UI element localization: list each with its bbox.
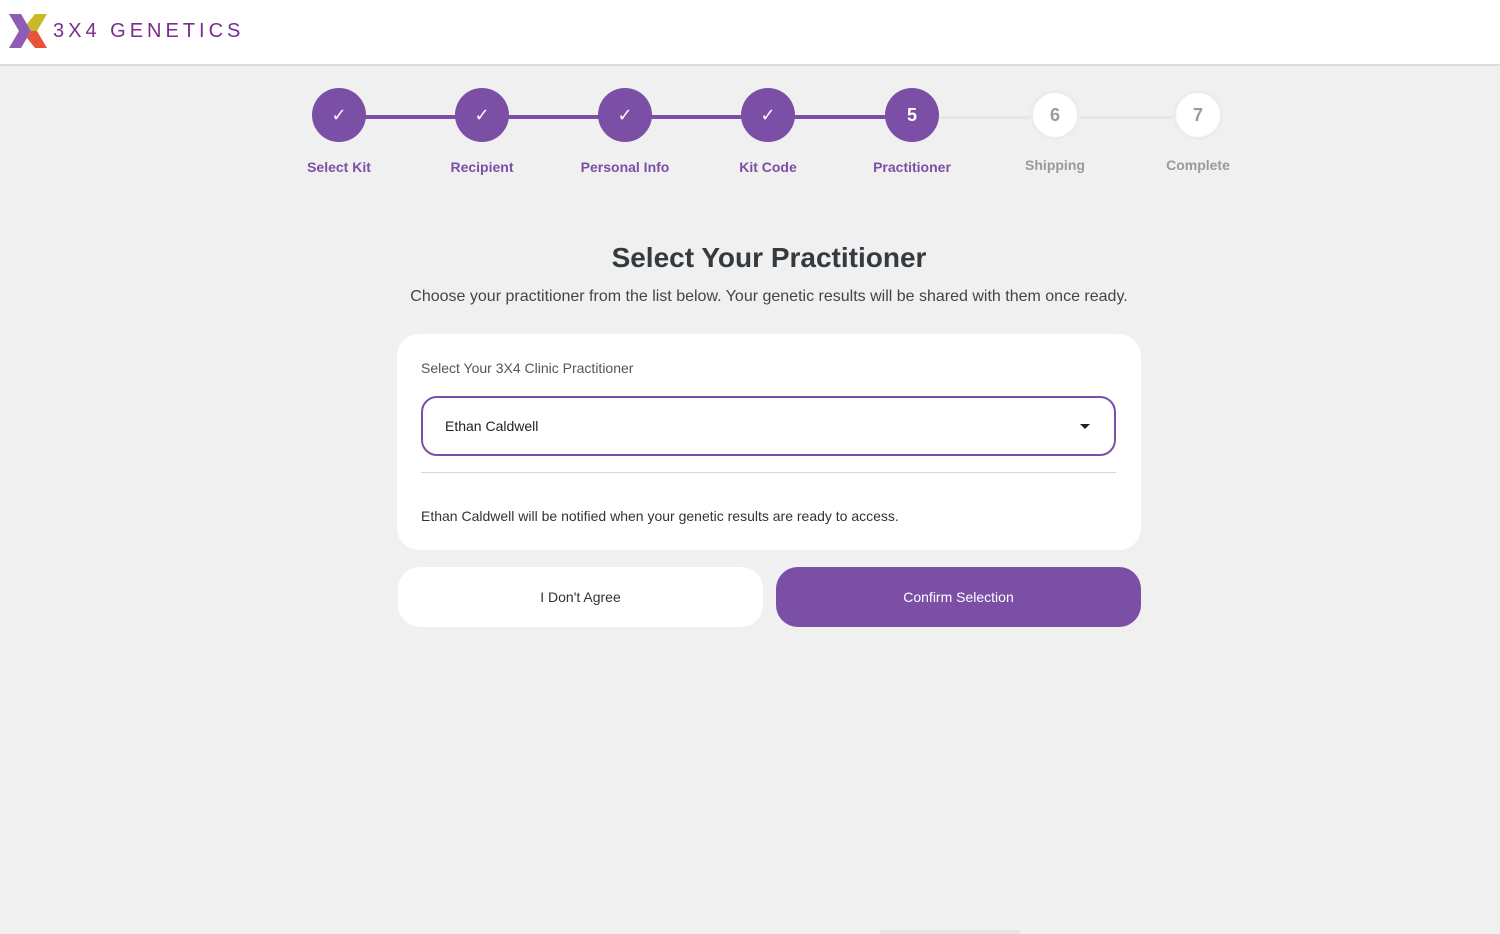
progress-stepper: ✓ Select Kit ✓ Recipient ✓ Personal Info… xyxy=(0,88,1500,188)
practitioner-select[interactable]: Ethan Caldwell xyxy=(421,396,1116,456)
step-shipping: 6 Shipping xyxy=(985,88,1125,173)
practitioner-card: Select Your 3X4 Clinic Practitioner Etha… xyxy=(397,334,1141,550)
scroll-indicator xyxy=(880,930,1020,934)
page-title: Select Your Practitioner xyxy=(611,242,927,273)
step-select-kit[interactable]: ✓ Select Kit xyxy=(269,88,409,175)
step-number: 5 xyxy=(885,88,939,142)
x-logo-icon xyxy=(9,14,47,48)
step-kit-code[interactable]: ✓ Kit Code xyxy=(698,88,838,175)
divider xyxy=(421,472,1116,473)
step-label: Kit Code xyxy=(739,159,797,175)
brand-name: 3X4 GENETICS xyxy=(53,19,245,42)
dont-agree-button[interactable]: I Don't Agree xyxy=(398,567,763,627)
field-label: Select Your 3X4 Clinic Practitioner xyxy=(421,360,634,376)
top-bar: 3X4 GENETICS xyxy=(0,0,1500,66)
step-label: Recipient xyxy=(450,159,514,175)
step-number: 7 xyxy=(1173,90,1223,140)
notification-note: Ethan Caldwell will be notified when you… xyxy=(421,508,899,524)
step-label: Personal Info xyxy=(580,159,670,175)
confirm-selection-button[interactable]: Confirm Selection xyxy=(776,567,1141,627)
page-subtitle: Choose your practitioner from the list b… xyxy=(410,288,1128,305)
step-label: Shipping xyxy=(1025,157,1085,173)
step-label: Select Kit xyxy=(307,159,371,175)
step-practitioner[interactable]: 5 Practitioner xyxy=(842,88,982,175)
step-recipient[interactable]: ✓ Recipient xyxy=(412,88,552,175)
brand-logo[interactable]: 3X4 GENETICS xyxy=(9,14,244,48)
step-complete: 7 Complete xyxy=(1128,88,1268,173)
step-number: 6 xyxy=(1030,90,1080,140)
selected-practitioner: Ethan Caldwell xyxy=(445,418,539,434)
caret-down-icon xyxy=(1080,424,1090,429)
check-icon: ✓ xyxy=(741,88,795,142)
step-label: Practitioner xyxy=(873,159,951,175)
step-personal-info[interactable]: ✓ Personal Info xyxy=(555,88,695,175)
check-icon: ✓ xyxy=(598,88,652,142)
check-icon: ✓ xyxy=(312,88,366,142)
check-icon: ✓ xyxy=(455,88,509,142)
step-label: Complete xyxy=(1166,157,1230,173)
